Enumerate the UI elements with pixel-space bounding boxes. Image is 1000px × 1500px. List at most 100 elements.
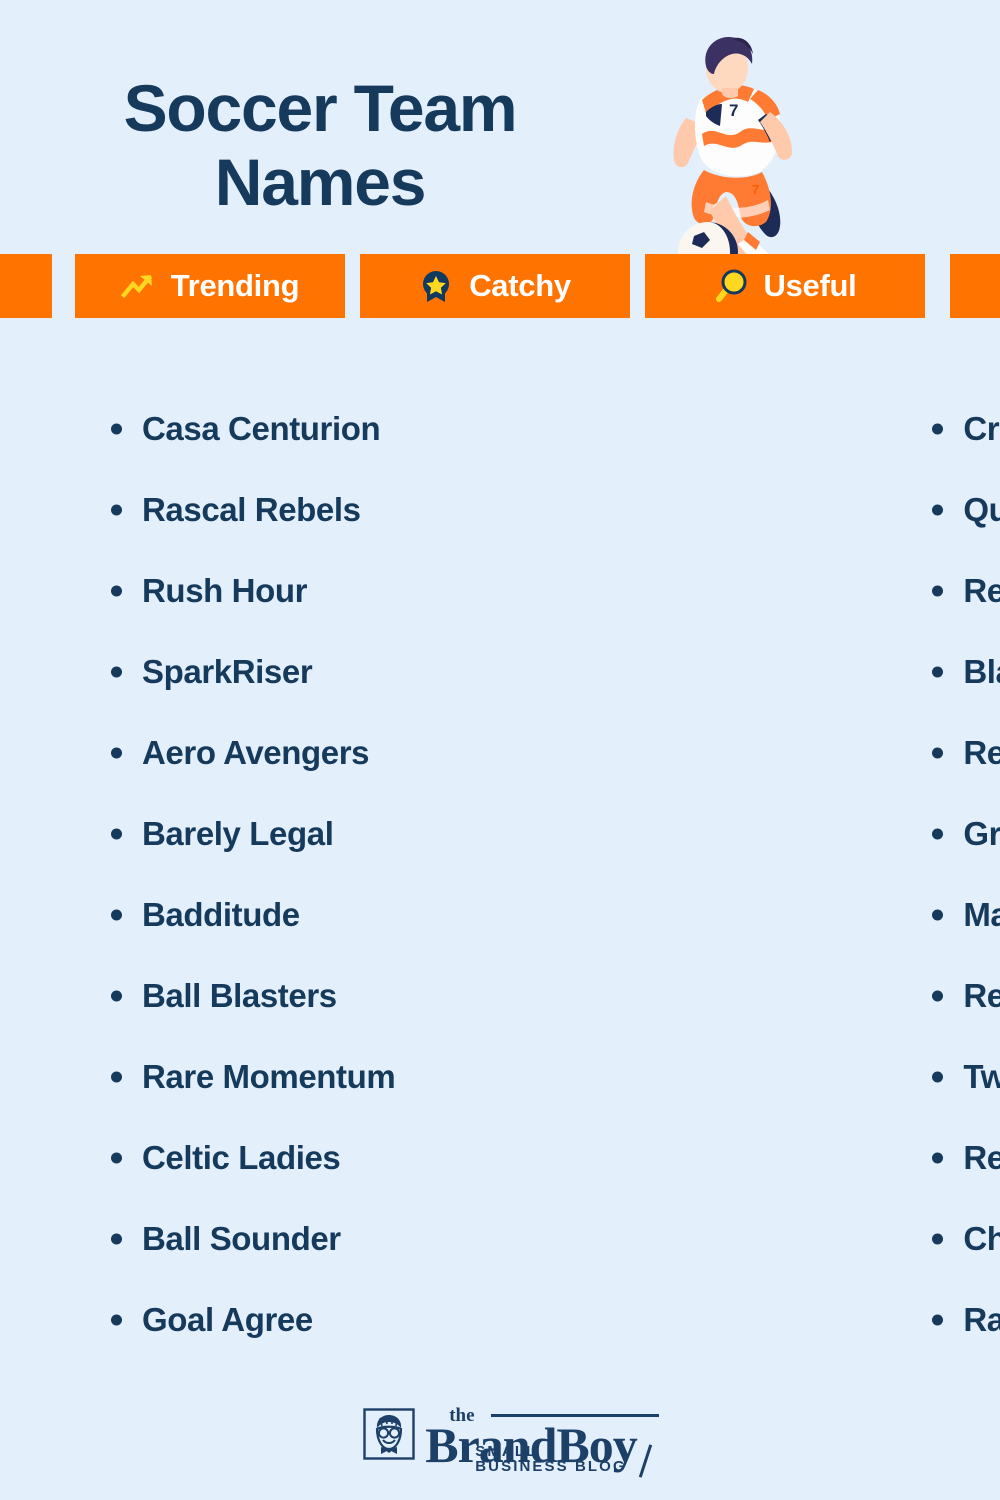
team-names-left-column: Casa Centurion Rascal Rebels Rush Hour S…: [0, 388, 396, 1378]
list-item[interactable]: Rare Momentum: [111, 1036, 396, 1117]
list-item[interactable]: QuickSilver: [932, 469, 1000, 550]
list-item[interactable]: Ball Sounder: [111, 1198, 395, 1279]
team-name: Badditude: [142, 896, 300, 933]
bullet-icon: [111, 909, 122, 920]
bullet-icon: [111, 666, 122, 677]
team-name: Red Dragons: [963, 734, 1000, 771]
bullet-icon: [932, 747, 944, 758]
team-name: Aero Avengers: [142, 734, 370, 771]
bullet-icon: [111, 747, 122, 758]
list-item[interactable]: MadMatrix: [932, 874, 1000, 955]
svg-text:7: 7: [729, 101, 738, 120]
list-item[interactable]: Barely Legal: [111, 793, 395, 874]
bullet-icon: [111, 1071, 122, 1082]
list-item[interactable]: Badditude: [111, 874, 395, 955]
badge-useful[interactable]: Useful: [645, 254, 925, 318]
list-item[interactable]: Real Sosobad: [932, 1117, 1000, 1198]
bullet-icon: [111, 504, 122, 515]
team-names-section: Casa Centurion Rascal Rebels Rush Hour S…: [0, 318, 1000, 1378]
bullet-icon: [932, 666, 944, 677]
list-item[interactable]: Rascal Rebels: [111, 469, 395, 550]
badge-bar-right-accent: [950, 254, 1000, 318]
team-name: Crapoli: [963, 410, 1000, 447]
brandboy-logo[interactable]: the BrandBoy SMALL BUSINESS BLOG: [363, 1405, 660, 1478]
logo-rule: [491, 1414, 660, 1417]
list-item[interactable]: RedHippies: [932, 955, 1000, 1036]
list-item[interactable]: Black Packers: [932, 631, 1000, 712]
logo-slash: [638, 1444, 652, 1478]
list-item[interactable]: Red Devils: [932, 550, 1000, 631]
team-name: Twister Rider: [963, 1058, 1000, 1095]
bullet-icon: [932, 909, 944, 920]
bullet-icon: [932, 504, 944, 515]
bullet-icon: [111, 990, 122, 1001]
badge-bar-left-accent: [0, 254, 52, 318]
team-name: Barely Legal: [142, 815, 334, 852]
list-item[interactable]: Red Dragons: [932, 712, 1000, 793]
list-item[interactable]: Twister Rider: [932, 1036, 1000, 1117]
badge-trending-label: Trending: [170, 268, 300, 303]
trending-up-icon: [120, 274, 152, 299]
badge-bar: Trending Catchy Useful: [0, 254, 1000, 318]
bullet-icon: [111, 828, 122, 839]
list-item[interactable]: Goal Agree: [111, 1279, 395, 1360]
bullet-icon: [932, 828, 944, 839]
list-item[interactable]: Rage punisher: [932, 1279, 1000, 1360]
list-item[interactable]: Ball Blasters: [111, 955, 395, 1036]
team-name: Rare Momentum: [142, 1058, 396, 1095]
team-name: Ball Blasters: [142, 977, 337, 1014]
team-name: SparkRiser: [142, 653, 313, 690]
team-name: Goal Agree: [142, 1301, 313, 1338]
team-name: MadMatrix: [963, 896, 1000, 933]
brandboy-wordmark: the BrandBoy SMALL BUSINESS BLOG: [425, 1405, 660, 1478]
bullet-icon: [932, 1314, 944, 1325]
bullet-icon: [932, 1152, 944, 1163]
list-item[interactable]: Celtic Ladies: [111, 1117, 395, 1198]
bullet-icon: [932, 990, 944, 1001]
bullet-icon: [111, 1233, 122, 1244]
logo-the-text: the: [449, 1405, 475, 1426]
soccer-player-illustration: 7 7: [672, 36, 792, 270]
boy-face-logo-icon: [363, 1408, 415, 1460]
team-name: Celtic Ladies: [142, 1139, 341, 1176]
page-title: Soccer Team Names: [0, 71, 640, 220]
list-item[interactable]: Rush Hour: [111, 550, 395, 631]
team-name: Real Sosobad: [963, 1139, 1000, 1176]
header: Soccer Team Names 7 7: [0, 0, 1000, 270]
team-name: Ball Sounder: [142, 1220, 341, 1257]
bullet-icon: [111, 1152, 122, 1163]
team-name: RedHippies: [963, 977, 1000, 1014]
footer: the BrandBoy SMALL BUSINESS BLOG: [0, 1378, 1000, 1500]
team-name: Rush Hour: [142, 572, 308, 609]
list-item[interactable]: GreatGliders: [932, 793, 1000, 874]
team-name: Chili Peppers: [963, 1220, 1000, 1257]
bullet-icon: [932, 423, 944, 434]
page-title-line-2: Names: [214, 144, 427, 219]
award-ribbon-star-icon: [423, 271, 450, 302]
bullet-icon: [111, 1314, 122, 1325]
team-names-right-column: Crapoli QuickSilver Red Devils Black Pac…: [395, 388, 1000, 1378]
badge-trending[interactable]: Trending: [75, 254, 345, 318]
badge-catchy[interactable]: Catchy: [360, 254, 630, 318]
logo-tagline: SMALL BUSINESS BLOG: [475, 1443, 627, 1475]
bullet-icon: [932, 585, 944, 596]
bullet-icon: [932, 1233, 944, 1244]
badge-useful-label: Useful: [763, 268, 857, 303]
magnifying-glass-icon: [715, 269, 747, 302]
team-name: QuickSilver: [963, 491, 1000, 528]
bullet-icon: [111, 585, 122, 596]
team-name: Black Packers: [963, 653, 1000, 690]
list-item[interactable]: SparkRiser: [111, 631, 395, 712]
team-name: Casa Centurion: [142, 410, 381, 447]
bullet-icon: [111, 423, 122, 434]
list-item[interactable]: Aero Avengers: [111, 712, 395, 793]
list-item[interactable]: Casa Centurion: [111, 388, 395, 469]
team-name: Red Devils: [963, 572, 1000, 609]
list-item[interactable]: Chili Peppers: [932, 1198, 1000, 1279]
team-name: Rascal Rebels: [142, 491, 361, 528]
svg-text:7: 7: [752, 182, 759, 197]
team-name: GreatGliders: [963, 815, 1000, 852]
bullet-icon: [932, 1071, 944, 1082]
team-name: Rage punisher: [963, 1301, 1000, 1338]
list-item[interactable]: Crapoli: [932, 388, 1000, 469]
